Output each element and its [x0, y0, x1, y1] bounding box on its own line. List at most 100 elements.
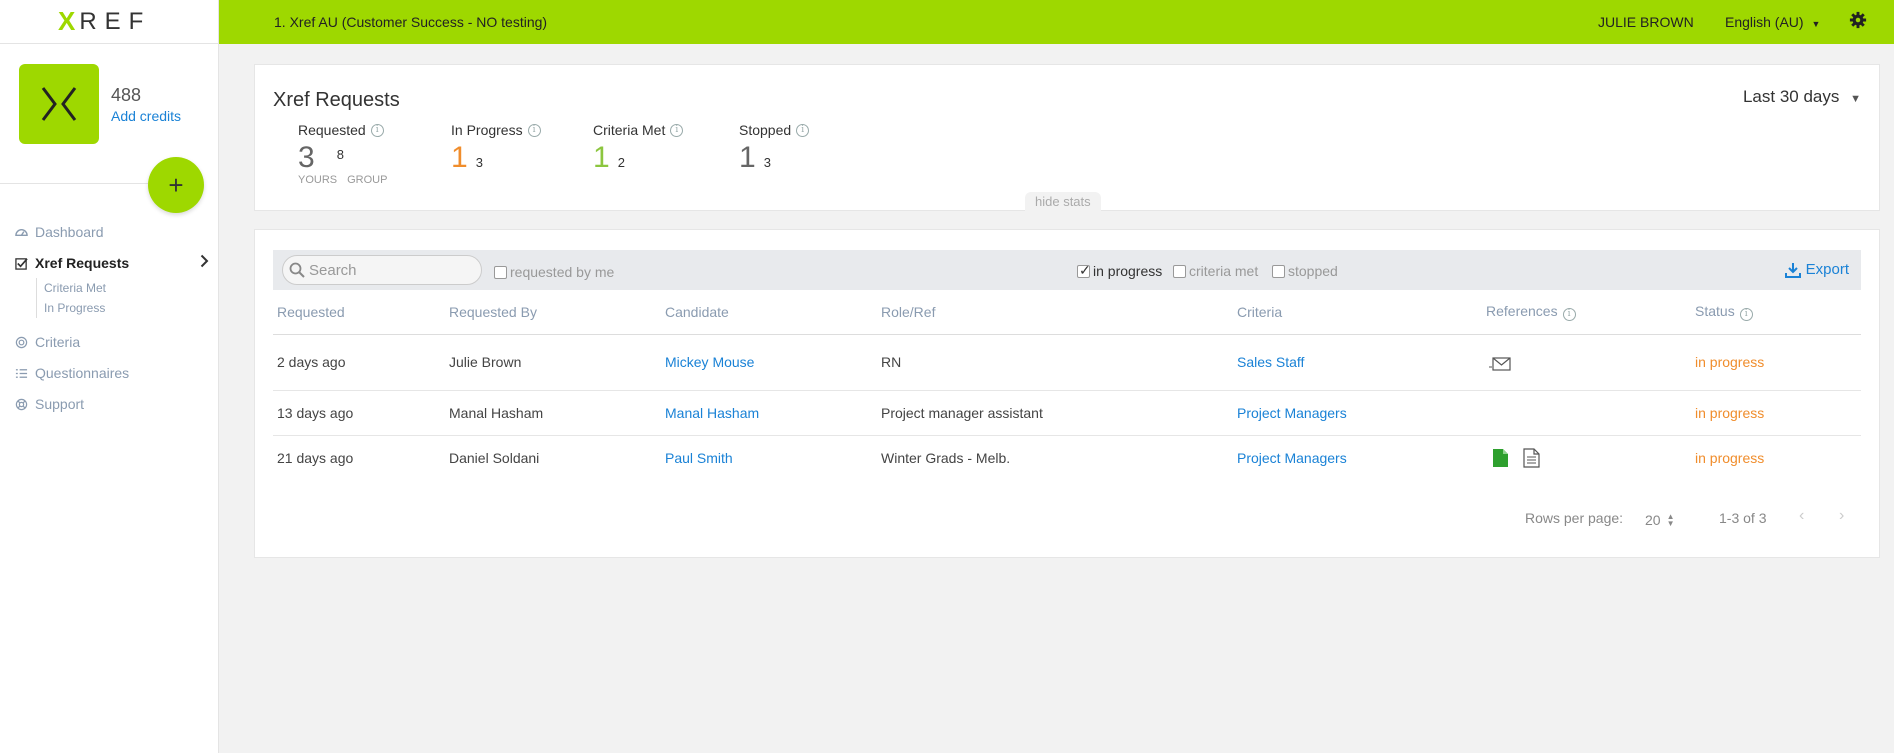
- criteria-link[interactable]: Sales Staff: [1233, 334, 1482, 391]
- column-header-label: References: [1486, 302, 1558, 319]
- email-icon[interactable]: [1489, 356, 1511, 372]
- next-page-button[interactable]: ›: [1839, 507, 1844, 525]
- requests-table-card: Search requested by me in progress crite…: [254, 229, 1880, 558]
- user-menu[interactable]: JULIE BROWN: [1598, 14, 1694, 30]
- column-header-requested-by[interactable]: Requested By: [445, 290, 661, 335]
- search-input[interactable]: Search: [282, 255, 482, 285]
- target-icon: [14, 335, 28, 349]
- yours-label: YOURS: [298, 174, 338, 186]
- info-icon[interactable]: i: [670, 123, 684, 137]
- account-selector[interactable]: 1. Xref AU (Customer Success - NO testin…: [274, 14, 547, 30]
- credit-count: 488: [111, 84, 142, 105]
- filter-in-progress[interactable]: in progress: [1077, 262, 1162, 279]
- stat-stopped: Stopped i 1 3: [739, 122, 810, 174]
- stat-value: 1: [739, 141, 756, 174]
- stat-requested: Requested i 3 8 YOURS GROUP: [298, 122, 387, 186]
- stat-in-progress: In Progress i 1 3: [451, 122, 541, 174]
- candidate-link[interactable]: Paul Smith: [661, 435, 877, 480]
- period-label: Last 30 days: [1742, 87, 1840, 106]
- stat-group-value: 3: [475, 155, 483, 170]
- new-request-button[interactable]: +: [148, 157, 204, 213]
- checkbox-checked[interactable]: [1077, 262, 1091, 279]
- green-document-icon[interactable]: [1492, 448, 1509, 468]
- pagination-range: 1-3 of 3: [1719, 510, 1767, 526]
- requests-table: Requested Requested By Candidate Role/Re…: [273, 290, 1861, 480]
- status-badge: in progress: [1695, 449, 1765, 466]
- column-header-status: Status i: [1691, 290, 1861, 335]
- search-icon: [289, 262, 305, 278]
- table-row[interactable]: 21 days ago Daniel Soldani Paul Smith Wi…: [273, 435, 1861, 480]
- language-label: English (AU): [1725, 14, 1804, 30]
- sidebar-subitem-criteria-met[interactable]: Criteria Met: [44, 278, 209, 298]
- table-row[interactable]: 2 days ago Julie Brown Mickey Mouse RN S…: [273, 334, 1861, 391]
- column-header-requested[interactable]: Requested: [273, 290, 445, 335]
- criteria-link[interactable]: Project Managers: [1233, 435, 1482, 480]
- checkbox[interactable]: [494, 265, 507, 279]
- hide-stats-toggle[interactable]: hide stats: [1025, 192, 1101, 211]
- stat-value: 1: [593, 141, 610, 174]
- sidebar-divider: [0, 183, 148, 184]
- stat-group-value: 2: [617, 155, 625, 170]
- sidebar-item-support[interactable]: Support: [14, 394, 209, 414]
- candidate-link[interactable]: Manal Hasham: [661, 390, 877, 436]
- group-label: GROUP: [347, 174, 388, 186]
- table-row[interactable]: 13 days ago Manal Hasham Manal Hasham Pr…: [273, 390, 1861, 436]
- candidate-link[interactable]: Mickey Mouse: [661, 334, 877, 391]
- stat-yours-value: 3: [298, 141, 315, 174]
- period-selector[interactable]: Last 30 days ▼: [1743, 87, 1861, 107]
- prev-page-button[interactable]: ‹: [1799, 507, 1804, 525]
- cell-references: [1482, 334, 1691, 391]
- stat-value: 1: [451, 141, 468, 174]
- export-button[interactable]: Export: [1784, 261, 1849, 278]
- filter-criteria-met[interactable]: criteria met: [1173, 263, 1258, 279]
- logo[interactable]: X REF: [0, 0, 218, 44]
- checkbox[interactable]: [1173, 264, 1186, 278]
- status-badge: in progress: [1691, 390, 1861, 436]
- list-icon: [14, 366, 28, 380]
- column-header-criteria[interactable]: Criteria: [1233, 290, 1482, 335]
- chevron-right-icon: [200, 254, 209, 273]
- cell-requested-by: Daniel Soldani: [449, 449, 540, 466]
- language-selector[interactable]: English (AU) ▼: [1725, 14, 1820, 30]
- xref-logo-icon: [41, 87, 77, 121]
- add-credits-link[interactable]: Add credits: [111, 108, 181, 124]
- filter-label: criteria met: [1189, 263, 1259, 279]
- checkbox-icon: [14, 256, 28, 270]
- filter-stopped[interactable]: stopped: [1272, 263, 1338, 279]
- stat-criteria-met: Criteria Met i 1 2: [593, 122, 684, 174]
- logo-x: X: [58, 6, 76, 36]
- gear-icon[interactable]: [1849, 11, 1867, 32]
- column-header-candidate[interactable]: Candidate: [661, 290, 877, 335]
- cell-requested-by: Julie Brown: [445, 334, 661, 391]
- filter-requested-by-me[interactable]: requested by me: [494, 264, 614, 280]
- criteria-link[interactable]: Project Managers: [1233, 390, 1482, 436]
- sidebar-item-questionnaires[interactable]: Questionnaires: [14, 363, 209, 383]
- sidebar-subitem-in-progress[interactable]: In Progress: [44, 298, 209, 318]
- status-badge: in progress: [1691, 334, 1861, 391]
- cell-role: Winter Grads - Melb.: [881, 449, 1011, 466]
- sidebar-item-xref-requests[interactable]: Xref Requests: [14, 253, 209, 273]
- info-icon[interactable]: i: [527, 123, 541, 137]
- cell-references: [1482, 390, 1691, 436]
- cell-role: RN: [877, 334, 1233, 391]
- sidebar-item-dashboard[interactable]: Dashboard: [14, 222, 209, 242]
- caret-down-icon: ▼: [1850, 93, 1861, 105]
- caret-down-icon: ▼: [1811, 19, 1821, 29]
- info-icon[interactable]: i: [1739, 307, 1753, 321]
- checkbox[interactable]: [1272, 264, 1285, 278]
- cell-requested-by: Manal Hasham: [445, 390, 661, 436]
- avatar: [19, 64, 99, 144]
- account-summary: 488 Add credits: [19, 64, 181, 144]
- column-header-role[interactable]: Role/Ref: [877, 290, 1233, 335]
- document-icon[interactable]: [1523, 448, 1540, 468]
- sidebar: X REF 488 Add credits + Dashboard Xref R…: [0, 0, 219, 753]
- sidebar-item-label: Questionnaires: [35, 365, 130, 381]
- cell-references: [1482, 435, 1691, 480]
- rows-per-page-select[interactable]: 20 ▲ ▼: [1645, 512, 1675, 528]
- sidebar-item-criteria[interactable]: Criteria: [14, 332, 209, 352]
- info-icon[interactable]: i: [370, 123, 384, 137]
- sidebar-item-label: Dashboard: [35, 224, 104, 240]
- info-icon[interactable]: i: [1562, 307, 1576, 321]
- dashboard-icon: [14, 225, 28, 239]
- info-icon[interactable]: i: [796, 123, 810, 137]
